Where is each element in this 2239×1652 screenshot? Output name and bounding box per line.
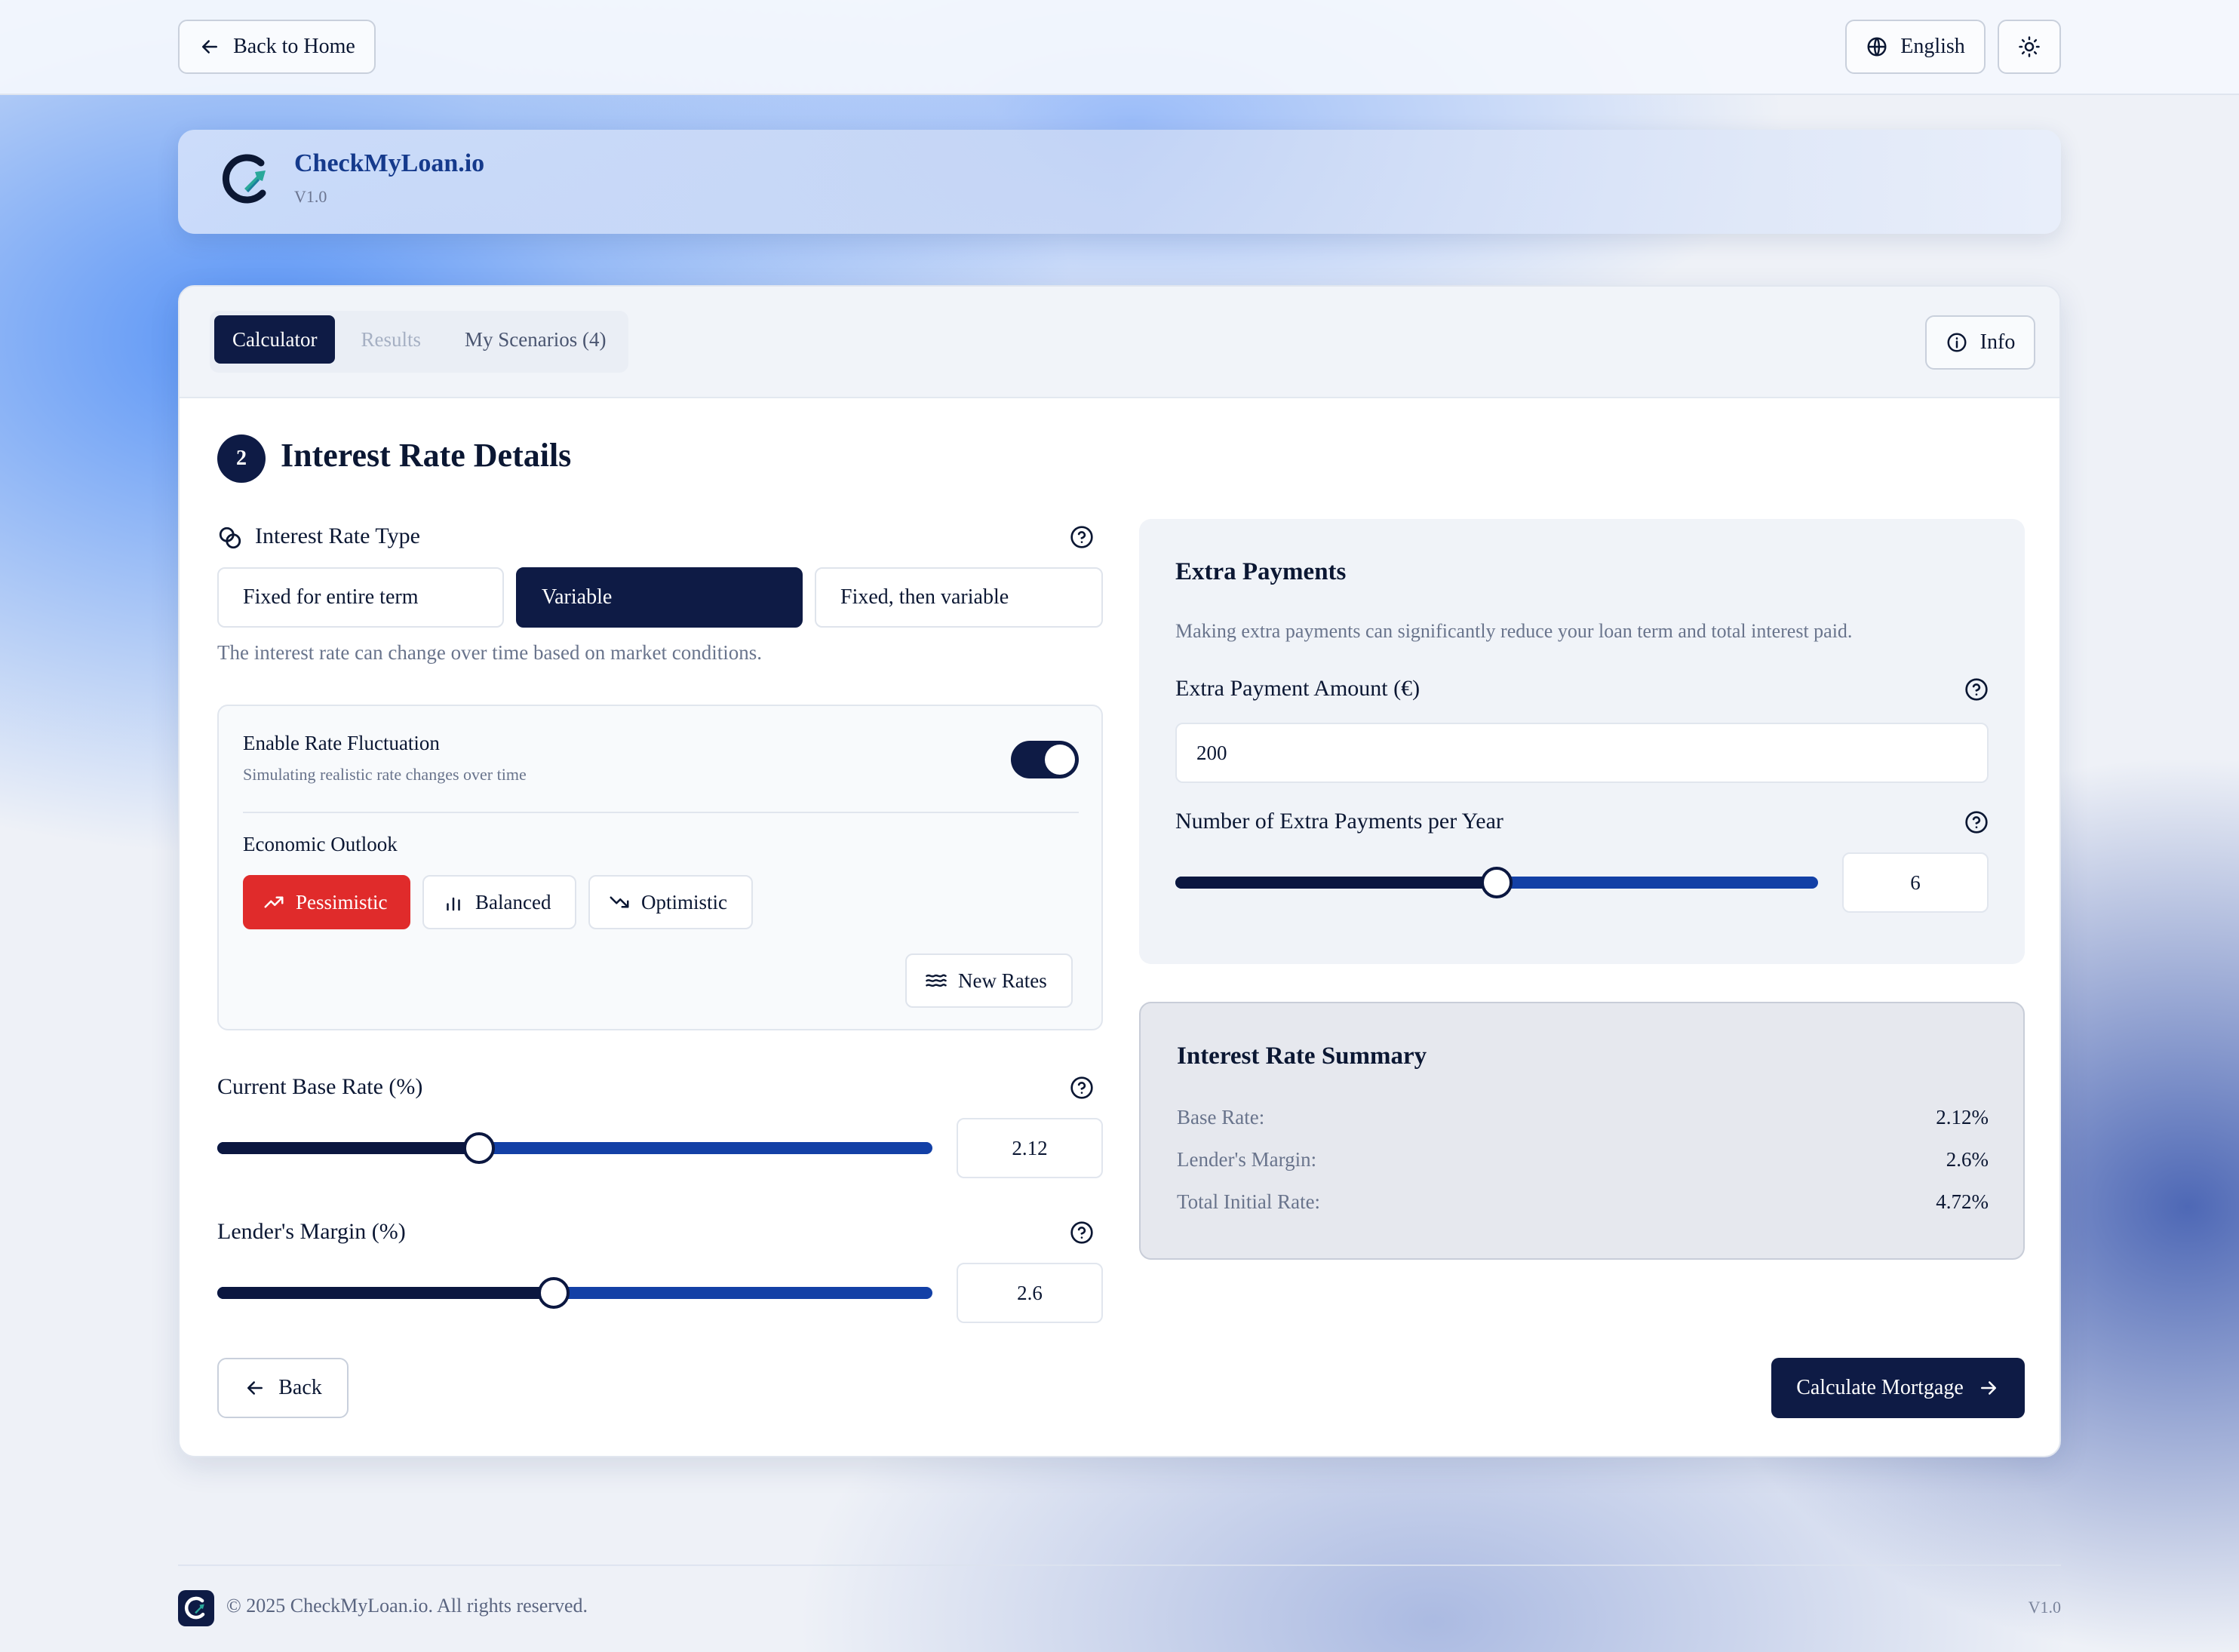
footer-logo-icon <box>178 1590 214 1626</box>
arrow-left-icon <box>247 1381 263 1395</box>
extra-payments-panel: Extra Payments Making extra payments can… <box>1139 519 2025 964</box>
summary-base-rate-value: 2.12% <box>1936 1106 1989 1128</box>
fluctuation-title: Enable Rate Fluctuation <box>243 732 440 754</box>
help-circle-icon[interactable] <box>1070 1221 1094 1245</box>
extra-amount-input[interactable]: 200 <box>1175 723 1989 783</box>
summary-margin-label: Lender's Margin: <box>1177 1148 1317 1171</box>
info-icon <box>1947 333 1967 352</box>
outlook-pessimistic-button[interactable]: Pessimistic <box>243 875 410 929</box>
base-rate-slider[interactable] <box>217 1132 932 1164</box>
summary-total-rate-value: 4.72% <box>1936 1190 1989 1213</box>
extra-amount-label: Extra Payment Amount (€) <box>1175 676 1420 701</box>
footer-logo-mark-icon <box>184 1596 205 1620</box>
rate-type-description: The interest rate can change over time b… <box>217 641 762 664</box>
footer-divider <box>178 1564 2061 1566</box>
economic-outlook-label: Economic Outlook <box>243 833 398 855</box>
section-title: Interest Rate Details <box>281 437 572 474</box>
arrow-left-icon <box>202 40 218 54</box>
calculate-mortgage-label: Calculate Mortgage <box>1796 1376 1964 1399</box>
outlook-optimistic-button[interactable]: Optimistic <box>588 875 753 929</box>
back-label: Back <box>278 1376 322 1399</box>
top-bar: Back to Home English <box>0 0 2239 95</box>
trending-up-icon <box>264 896 284 908</box>
divider <box>243 812 1079 813</box>
summary-title: Interest Rate Summary <box>1177 1042 1427 1070</box>
extra-payments-title: Extra Payments <box>1175 558 1347 585</box>
summary-total-rate-label: Total Initial Rate: <box>1177 1190 1321 1213</box>
pessimistic-label: Pessimistic <box>296 890 388 914</box>
tab-calculator[interactable]: Calculator <box>214 315 336 364</box>
toggle-knob <box>1045 745 1075 775</box>
language-label: English <box>1900 35 1965 58</box>
rate-type-fixed-then-variable-option[interactable]: Fixed, then variable <box>815 567 1103 628</box>
extra-per-year-slider-thumb[interactable] <box>1481 867 1513 898</box>
globe-icon <box>1867 37 1887 57</box>
help-circle-icon[interactable] <box>1964 677 1989 702</box>
waves-icon <box>926 974 947 987</box>
slider-fill <box>217 1287 554 1299</box>
checkmyloan-logo-icon <box>222 154 266 204</box>
extra-per-year-input[interactable]: 6 <box>1842 852 1989 913</box>
help-circle-icon[interactable] <box>1070 525 1094 549</box>
tab-list: Calculator Results My Scenarios (4) <box>210 311 629 373</box>
brand-name: CheckMyLoan.io <box>294 149 485 177</box>
new-rates-label: New Rates <box>958 969 1047 992</box>
tab-results[interactable]: Results <box>342 315 439 364</box>
base-rate-input[interactable]: 2.12 <box>957 1118 1103 1178</box>
trending-down-icon <box>610 896 629 908</box>
step-number-badge: 2 <box>217 434 266 483</box>
interest-rate-type-label: Interest Rate Type <box>255 524 420 548</box>
interest-rate-summary-panel: Interest Rate Summary Base Rate: 2.12% L… <box>1139 1002 2025 1260</box>
summary-row-total-rate: Total Initial Rate: 4.72% <box>1177 1190 1989 1221</box>
summary-row-margin: Lender's Margin: 2.6% <box>1177 1148 1989 1178</box>
margin-label: Lender's Margin (%) <box>217 1219 406 1244</box>
rate-type-variable-option[interactable]: Variable <box>516 567 803 628</box>
margin-slider-thumb[interactable] <box>537 1277 570 1309</box>
theme-toggle-button[interactable] <box>1998 20 2061 74</box>
extra-payments-description: Making extra payments can significantly … <box>1175 620 1853 642</box>
info-button[interactable]: Info <box>1925 315 2035 370</box>
sun-icon <box>2019 36 2040 57</box>
slider-fill <box>1175 877 1497 889</box>
brand-header: CheckMyLoan.io V1.0 <box>178 130 2061 234</box>
tabs-bar: Calculator Results My Scenarios (4) Info <box>180 287 2059 398</box>
outlook-balanced-button[interactable]: Balanced <box>422 875 576 929</box>
help-circle-icon[interactable] <box>1964 810 1989 834</box>
slider-fill <box>217 1142 479 1154</box>
margin-slider[interactable] <box>217 1277 932 1309</box>
margin-input[interactable]: 2.6 <box>957 1263 1103 1323</box>
extra-per-year-label: Number of Extra Payments per Year <box>1175 809 1503 834</box>
calculator-card: Calculator Results My Scenarios (4) Info… <box>178 285 2061 1457</box>
back-to-home-button[interactable]: Back to Home <box>178 20 376 74</box>
bar-chart-icon <box>447 897 460 911</box>
rate-type-fixed-option[interactable]: Fixed for entire term <box>217 567 504 628</box>
back-button[interactable]: Back <box>217 1358 349 1418</box>
fluctuation-toggle[interactable] <box>1011 741 1079 778</box>
extra-per-year-slider[interactable] <box>1175 867 1818 898</box>
calculate-mortgage-button[interactable]: Calculate Mortgage <box>1771 1358 2025 1418</box>
summary-base-rate-label: Base Rate: <box>1177 1106 1265 1128</box>
footer-version: V1.0 <box>2028 1598 2061 1617</box>
help-circle-icon[interactable] <box>1070 1076 1094 1100</box>
info-label: Info <box>1979 330 2016 354</box>
back-to-home-label: Back to Home <box>233 35 355 58</box>
optimistic-label: Optimistic <box>641 890 727 914</box>
footer-copyright: © 2025 CheckMyLoan.io. All rights reserv… <box>226 1595 588 1617</box>
summary-margin-value: 2.6% <box>1946 1148 1989 1171</box>
brand-version: V1.0 <box>294 187 327 206</box>
base-rate-label: Current Base Rate (%) <box>217 1074 423 1099</box>
fluctuation-subtitle: Simulating realistic rate changes over t… <box>243 765 527 784</box>
coins-icon <box>219 527 241 549</box>
language-button[interactable]: English <box>1845 20 1986 74</box>
rate-fluctuation-panel: Enable Rate Fluctuation Simulating reali… <box>217 705 1103 1030</box>
balanced-label: Balanced <box>475 890 551 914</box>
summary-row-base-rate: Base Rate: 2.12% <box>1177 1106 1989 1136</box>
tab-my-scenarios[interactable]: My Scenarios (4) <box>447 315 624 364</box>
new-rates-button[interactable]: New Rates <box>905 953 1073 1008</box>
arrow-right-icon <box>1980 1381 1996 1395</box>
base-rate-slider-thumb[interactable] <box>462 1132 495 1164</box>
